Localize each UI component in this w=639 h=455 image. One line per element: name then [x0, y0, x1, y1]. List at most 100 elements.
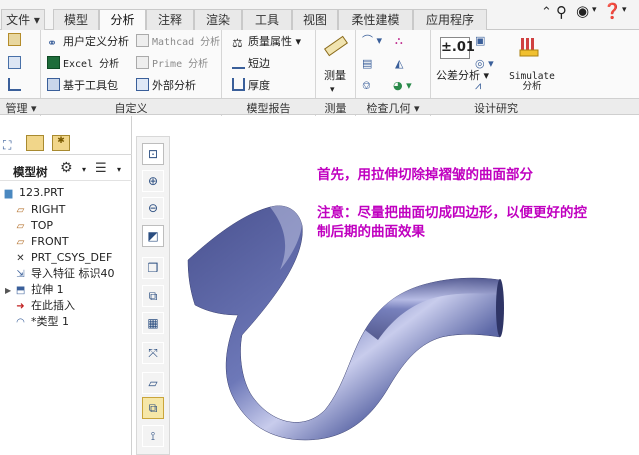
mathcad-analysis-button[interactable]: Mathcad 分析 [136, 34, 220, 50]
manage-relations-icon[interactable] [8, 56, 24, 72]
import-feature-icon: ⇲ [16, 269, 25, 280]
section-icon[interactable]: ▤ [362, 56, 372, 72]
group-measure-label: 测量 [324, 102, 347, 115]
help-dropdown-icon[interactable]: ▾ [592, 5, 597, 15]
tab-view[interactable]: 视图 [292, 9, 338, 30]
tab-file[interactable]: 文件 ▾ [1, 9, 45, 30]
curvature-icon[interactable]: ⌒ ▾ [362, 33, 382, 49]
view-toolbar: ⊡ ⊕ ⊖ ◩ ❒ ⧉ ▦ ⤧ ▱ ⧉ ⟟ [136, 136, 170, 455]
tab-analysis[interactable]: 分析 [99, 9, 146, 31]
annotation-step1: 首先，用拉伸切除掉褶皱的曲面部分 [317, 167, 533, 183]
mathcad-label: Mathcad 分析 [152, 37, 221, 48]
measure-dropdown-icon[interactable]: ▾ [330, 82, 335, 98]
external-analysis-button[interactable]: 外部分析 [136, 78, 196, 94]
shaded-analysis-icon[interactable]: ◕ ▾ [393, 78, 412, 94]
show-menu-icon[interactable]: ☰ [95, 161, 107, 176]
tab-file-label: 文件 [6, 13, 31, 27]
tree-settings-dropdown-icon[interactable]: ▾ [82, 165, 86, 174]
short-edge-button[interactable]: 短边 [232, 56, 270, 72]
tolerance-icon[interactable]: ±.01 [440, 37, 475, 59]
tree-settings-icon[interactable]: ⚙ [60, 160, 73, 176]
annotation-note-line2: 制后期的曲面效果 [317, 224, 425, 240]
thickness-button[interactable]: 厚度 [232, 78, 270, 94]
sensitivity-icon[interactable]: ▣ [475, 33, 485, 49]
prime-analysis-button[interactable]: Prime 分析 [136, 56, 208, 72]
ruler-icon[interactable] [322, 32, 349, 58]
tab-render[interactable]: 渲染 [194, 9, 242, 30]
tree-item-label: RIGHT [31, 203, 66, 216]
deviation-icon[interactable]: ⎊ [362, 78, 371, 94]
point-display-icon[interactable]: ⟟ [142, 425, 164, 447]
tree-item-label: FRONT [31, 235, 69, 248]
tree-item-style[interactable]: ◠ *类型 1 [14, 315, 69, 330]
model-tree-tab-icon[interactable]: ⛶ [3, 138, 11, 153]
collapse-ribbon-icon[interactable]: ⌃ [541, 5, 552, 20]
spin-center-icon[interactable]: ⧉ [142, 397, 164, 419]
zoom-in-icon[interactable]: ⊕ [142, 170, 164, 192]
expand-arrow-icon[interactable]: ▶ [5, 286, 11, 295]
tree-item-label: PRT_CSYS_DEF [31, 251, 113, 264]
measure-button[interactable]: 测量 [320, 68, 350, 84]
tree-item-label: TOP [31, 219, 54, 232]
tab-model[interactable]: 模型 [53, 9, 99, 30]
tree-item-label: 在此插入 [31, 299, 75, 312]
short-edge-label: 短边 [248, 57, 270, 70]
manage-params-icon[interactable] [8, 33, 24, 49]
panel-divider [0, 180, 132, 181]
folder-browser-icon[interactable] [26, 135, 44, 151]
prime-label: Prime 分析 [152, 59, 209, 70]
excel-label: Excel 分析 [63, 59, 120, 70]
tree-item-right-plane[interactable]: ▱ RIGHT [14, 203, 66, 218]
favorites-icon[interactable]: ✱ [52, 135, 70, 151]
tree-item-front-plane[interactable]: ▱ FRONT [14, 235, 69, 250]
mass-properties-button[interactable]: ⚖ 质量属性 ▾ [232, 34, 301, 50]
surface-shape [187, 205, 501, 441]
display-style-icon[interactable]: ❒ [142, 257, 164, 279]
simulate-icon[interactable] [518, 34, 544, 60]
csys-icon: ✕ [16, 253, 25, 264]
tree-item-label: 拉伸 1 [31, 283, 64, 296]
group-manage[interactable]: 管理 ▾ [2, 100, 40, 116]
datum-plane-icon: ▱ [16, 237, 25, 248]
tab-flexible-modeling[interactable]: 柔性建模 [338, 9, 413, 30]
user-analysis-icon: ⚭ [47, 36, 58, 50]
help-icon[interactable]: ❓ [603, 2, 622, 20]
optimization-icon[interactable]: ⩘ [475, 78, 481, 94]
tree-item-csys[interactable]: ✕ PRT_CSYS_DEF [14, 251, 112, 266]
external-analysis-icon [136, 78, 149, 91]
tab-annotate[interactable]: 注释 [146, 9, 194, 30]
annotation-display-icon[interactable]: ▱ [142, 372, 164, 394]
refit-icon[interactable]: ⊡ [142, 143, 164, 165]
excel-analysis-button[interactable]: Excel 分析 [47, 56, 119, 72]
tab-applications[interactable]: 应用程序 [413, 9, 487, 30]
group-inspect-geometry-label: 检查几何 [366, 102, 411, 115]
tree-item-part[interactable]: ▆ 123.PRT [2, 186, 64, 201]
saved-orientations-icon[interactable]: ⧉ [142, 285, 164, 307]
tree-item-import-feature[interactable]: ⇲ 导入特征 标识40 [14, 267, 114, 282]
datum-display-icon[interactable]: ⤧ [142, 342, 164, 364]
feasibility-icon[interactable]: ◎ ▾ [475, 56, 494, 72]
zoom-out-icon[interactable]: ⊖ [142, 197, 164, 219]
help-menu-dropdown-icon[interactable]: ▾ [622, 5, 627, 15]
tree-item-insert-here[interactable]: ➜ 在此插入 [14, 299, 75, 314]
draft-icon[interactable]: ⛬ [395, 33, 403, 49]
group-inspect-geometry[interactable]: 检查几何 ▾ [356, 100, 430, 116]
tab-tools[interactable]: 工具 [242, 9, 292, 30]
tree-item-top-plane[interactable]: ▱ TOP [14, 219, 53, 234]
tree-item-extrude[interactable]: ▶ ⬒ 拉伸 1 [5, 283, 64, 298]
view-manager-icon[interactable]: ▦ [142, 312, 164, 334]
group-measure: 测量 [316, 100, 355, 116]
manage-graph-icon[interactable] [8, 78, 24, 94]
toolkit-analysis-button[interactable]: 基于工具包 [47, 78, 118, 94]
repaint-icon[interactable]: ◩ [142, 225, 164, 247]
measure-label: 测量 [324, 69, 346, 82]
help-center-icon[interactable]: ◉ [576, 2, 589, 20]
show-dropdown-icon[interactable]: ▾ [117, 165, 121, 174]
datum-plane-icon: ▱ [16, 221, 25, 232]
user-defined-analysis-button[interactable]: ⚭ 用户定义分析 [47, 34, 129, 50]
mathcad-icon [136, 34, 149, 47]
offset-icon[interactable]: ◭ [395, 56, 403, 72]
search-icon[interactable]: ⚲ [556, 3, 567, 21]
toolkit-icon [47, 78, 60, 91]
simulate-analysis-button[interactable]: Simulate 分析 [508, 72, 556, 92]
